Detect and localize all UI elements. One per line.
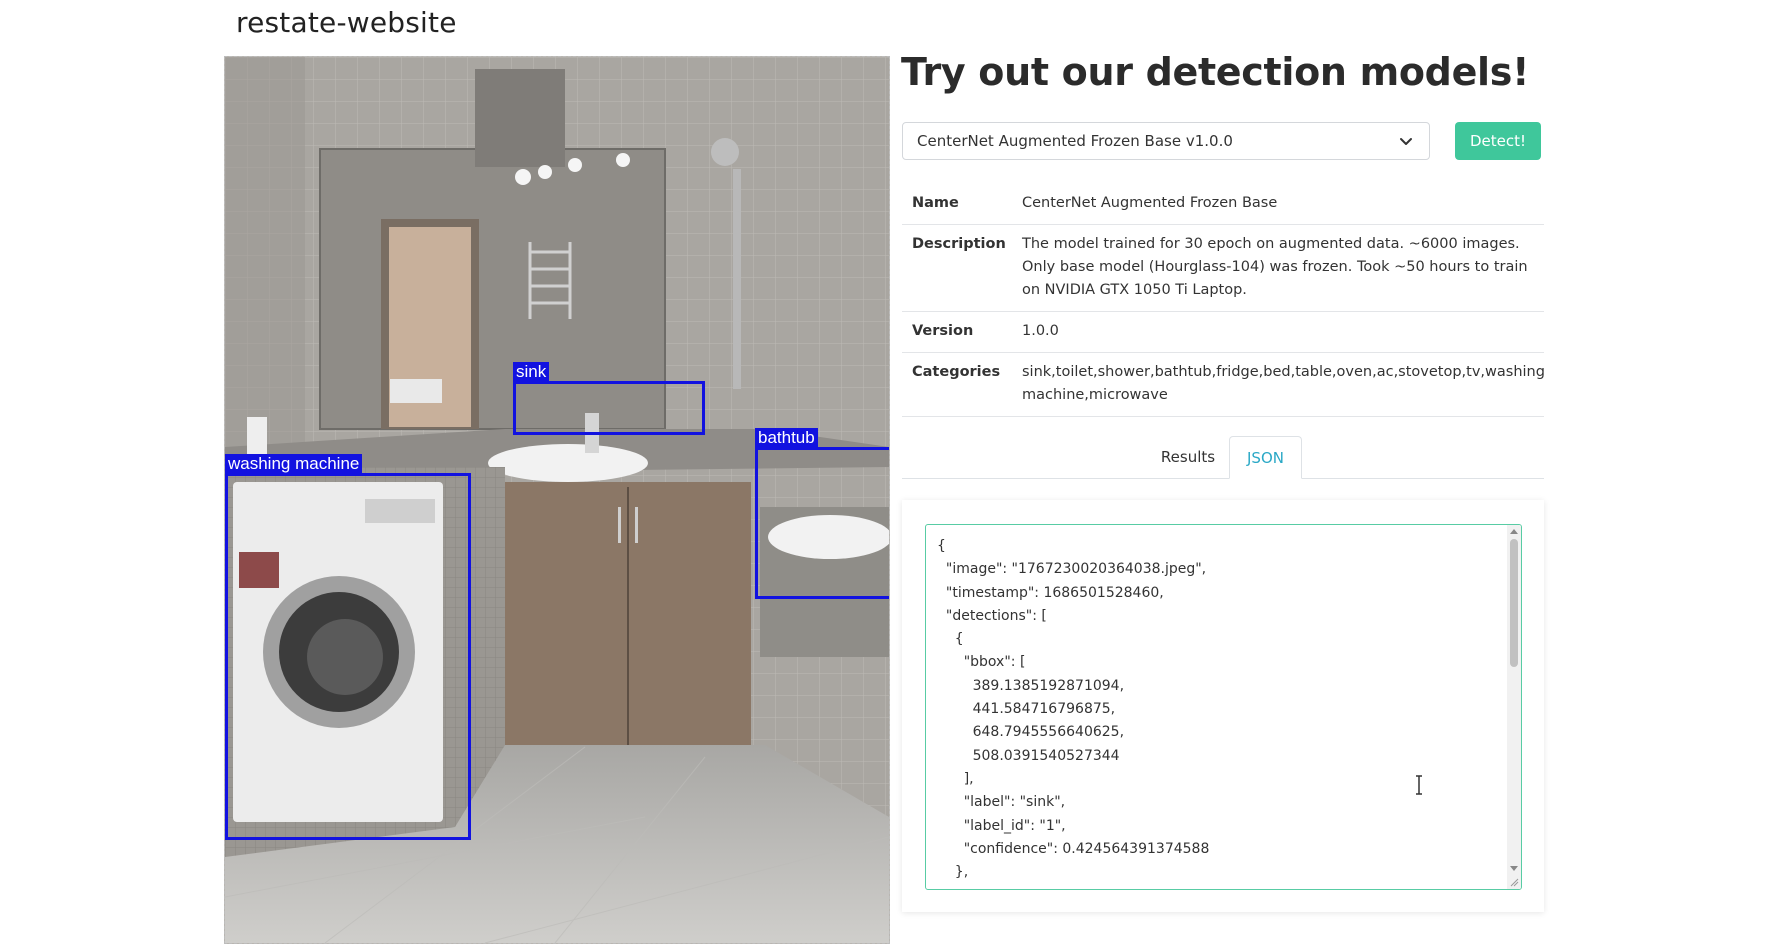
model-select-value: CenterNet Augmented Frozen Base v1.0.0 — [917, 132, 1233, 150]
scroll-down-arrow-icon[interactable] — [1510, 866, 1518, 871]
json-scrollbar[interactable] — [1507, 525, 1521, 889]
scroll-up-arrow-icon[interactable] — [1510, 529, 1518, 534]
info-value: The model trained for 30 epoch on augmen… — [1022, 236, 1528, 298]
model-info-table: Name CenterNet Augmented Frozen Base Des… — [902, 184, 1545, 417]
detection-label-washing-machine: washing machine — [225, 454, 363, 474]
info-key: Description — [912, 236, 1006, 252]
detection-box-bathtub — [755, 447, 889, 599]
json-card: { "image": "1767230020364038.jpeg", "tim… — [902, 500, 1544, 912]
detection-label-sink: sink — [513, 362, 550, 382]
app-title: restate-website — [236, 6, 457, 39]
tab-json[interactable]: JSON — [1229, 436, 1302, 479]
tab-results[interactable]: Results — [1145, 436, 1231, 478]
info-value: CenterNet Augmented Frozen Base — [1022, 195, 1278, 211]
image-preview: sink bathtub washing machine — [224, 56, 890, 944]
resize-grip-icon[interactable] — [1509, 877, 1519, 887]
info-value: sink,toilet,shower,bathtub,fridge,bed,ta… — [1022, 364, 1545, 403]
output-tabs: Results JSON — [902, 436, 1544, 479]
info-value: 1.0.0 — [1022, 323, 1059, 339]
text-cursor-icon — [1416, 775, 1422, 795]
chevron-down-icon — [1400, 138, 1412, 145]
detection-label-bathtub: bathtub — [755, 428, 818, 448]
detection-box-washing-machine — [225, 473, 471, 840]
detection-box-sink — [513, 381, 705, 435]
info-row-categories: Categories sink,toilet,shower,bathtub,fr… — [902, 353, 1545, 417]
json-output-textarea[interactable]: { "image": "1767230020364038.jpeg", "tim… — [925, 524, 1522, 890]
info-row-name: Name CenterNet Augmented Frozen Base — [902, 184, 1544, 225]
info-row-description: Description The model trained for 30 epo… — [902, 225, 1544, 312]
detect-button[interactable]: Detect! — [1455, 122, 1541, 160]
info-row-version: Version 1.0.0 — [902, 312, 1544, 353]
model-select[interactable]: CenterNet Augmented Frozen Base v1.0.0 — [902, 122, 1430, 160]
scroll-thumb[interactable] — [1510, 539, 1518, 667]
page-heading: Try out our detection models! — [901, 50, 1530, 94]
info-key: Categories — [912, 364, 1001, 380]
info-key: Version — [912, 323, 974, 339]
json-output-text: { "image": "1767230020364038.jpeg", "tim… — [937, 538, 1210, 881]
info-key: Name — [912, 195, 959, 211]
